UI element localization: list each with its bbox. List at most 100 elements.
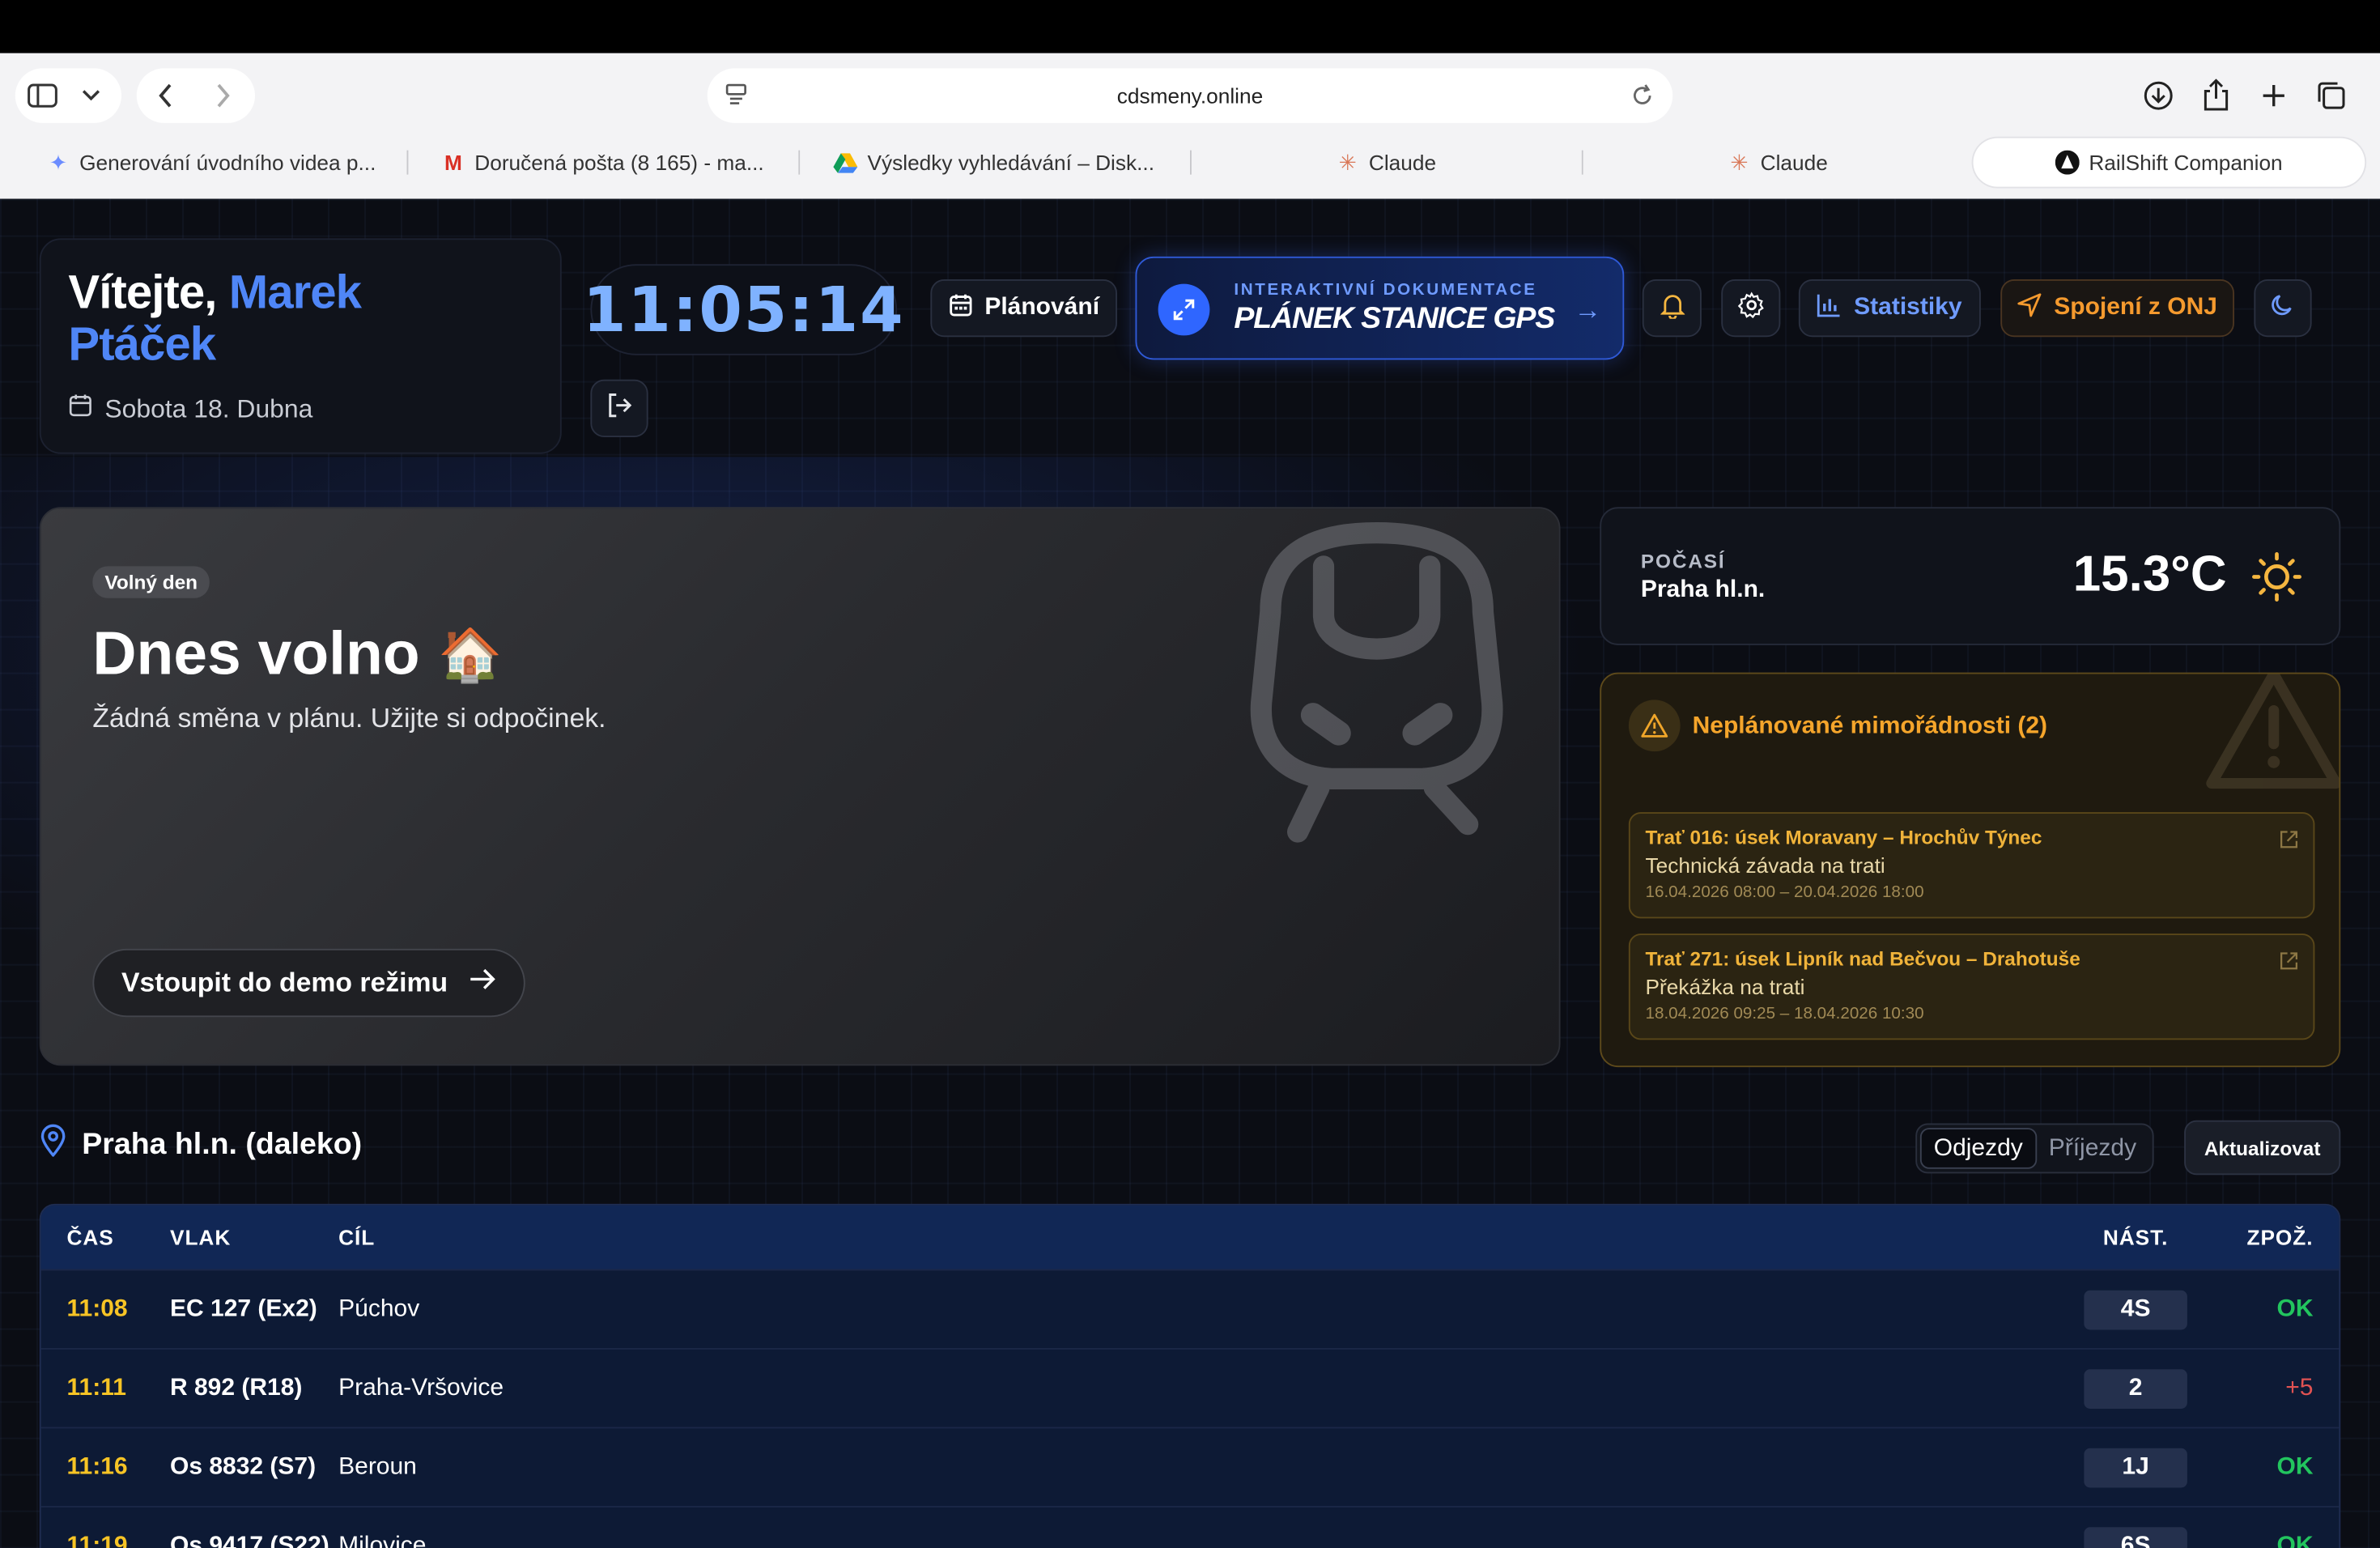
disruption-item[interactable]: Trať 271: úsek Lipník nad Bečvou – Draho… — [1628, 933, 2315, 1040]
current-date: Sobota 18. Dubna — [104, 393, 313, 423]
disruptions-title: Neplánované mimořádnosti (2) — [1692, 713, 2048, 740]
claude-icon: ✳ — [1338, 149, 1357, 174]
share-icon[interactable] — [2189, 68, 2244, 123]
arrow-right-icon: → — [1574, 294, 1602, 325]
tab-claude-2[interactable]: ✳ Claude — [1581, 138, 1974, 187]
row-train: Os 9417 (S22) — [170, 1532, 329, 1548]
row-train: R 892 (R18) — [170, 1374, 303, 1401]
train-icon — [1250, 522, 1503, 843]
row-platform: 1J — [2084, 1447, 2187, 1487]
notifications-button[interactable] — [1642, 279, 1702, 338]
back-icon[interactable] — [137, 68, 194, 123]
reload-icon[interactable] — [1630, 83, 1655, 113]
column-delay: ZPOŽ. — [2246, 1225, 2314, 1250]
row-train: EC 127 (Ex2) — [170, 1295, 317, 1322]
browser-chrome: cdsmeny.online ✦ Generování úvodního vid… — [0, 53, 2380, 199]
tab-gemini[interactable]: ✦ Generování úvodního videa p... — [15, 138, 407, 187]
tab-label: Claude — [1368, 150, 1437, 175]
demo-button-label: Vstoupit do demo režimu — [121, 967, 448, 997]
station-header: Praha hl.n. (daleko) — [40, 1124, 362, 1167]
calendar-icon — [948, 292, 972, 324]
disruption-route: Trať 016: úsek Moravany – Hrochův Týnec — [1645, 826, 2042, 849]
statistics-button[interactable]: Statistiky — [1798, 279, 1981, 338]
refresh-button[interactable]: Aktualizovat — [2184, 1120, 2341, 1176]
tab-gmail[interactable]: M Doručená pošta (8 165) - ma... — [406, 138, 799, 187]
tab-overview-icon[interactable] — [2304, 68, 2359, 123]
row-time: 11:11 — [66, 1374, 126, 1401]
table-row[interactable]: 11:08 EC 127 (Ex2) Púchov 4S OK — [40, 1269, 2340, 1349]
gmail-icon: M — [444, 150, 462, 175]
warning-icon — [1628, 700, 1681, 752]
table-header: ČAS VLAK CÍL NÁST. ZPOŽ. — [40, 1205, 2340, 1269]
download-icon[interactable] — [2131, 68, 2187, 123]
tab-railshift[interactable]: RailShift Companion — [1973, 138, 2365, 187]
gear-icon — [1736, 291, 1765, 325]
tab-departures[interactable]: Odjezdy — [1919, 1128, 2037, 1169]
row-destination: Praha-Vršovice — [338, 1374, 504, 1401]
row-destination: Púchov — [338, 1295, 420, 1322]
sidebar-icon[interactable] — [15, 68, 70, 123]
date-row: Sobota 18. Dubna — [68, 393, 312, 425]
tab-arrivals[interactable]: Příjezdy — [2037, 1128, 2148, 1169]
table-row[interactable]: 11:11 R 892 (R18) Praha-Vršovice 2 +5 — [40, 1348, 2340, 1427]
row-platform: 6S — [2084, 1526, 2187, 1548]
new-tab-icon[interactable] — [2246, 68, 2301, 123]
tab-label: Claude — [1760, 150, 1828, 175]
hero-title-text: Dnes volno — [92, 620, 420, 688]
tab-drive[interactable]: Výsledky vyhledávání – Disk... — [798, 138, 1190, 187]
day-off-badge: Volný den — [92, 566, 210, 598]
forward-icon[interactable] — [194, 68, 252, 123]
user-last-name: Ptáček — [68, 317, 216, 371]
address-bar[interactable]: cdsmeny.online — [707, 68, 1673, 123]
url-text: cdsmeny.online — [1116, 83, 1264, 108]
disruption-period: 18.04.2026 09:25 – 18.04.2026 10:30 — [1645, 1005, 1924, 1023]
station-name: Praha hl.n. (daleko) — [82, 1127, 363, 1161]
tab-label: Výsledky vyhledávání – Disk... — [867, 150, 1155, 175]
bell-icon — [1659, 291, 1685, 325]
bar-chart-icon — [1817, 292, 1842, 324]
departures-table: ČAS VLAK CÍL NÁST. ZPOŽ. 11:08 EC 127 (E… — [39, 1203, 2341, 1548]
sidebar-toggle-group — [15, 68, 121, 123]
external-link-icon[interactable] — [2280, 829, 2298, 857]
site-settings-icon[interactable] — [725, 83, 746, 113]
screen: cdsmeny.online ✦ Generování úvodního vid… — [0, 0, 2380, 1548]
hero-title: Dnes volno 🏠 — [92, 621, 502, 689]
welcome-title: Vítejte, Marek Ptáček — [68, 266, 533, 371]
chevron-down-icon[interactable] — [70, 68, 113, 123]
tab-claude-1[interactable]: ✳ Claude — [1190, 138, 1582, 187]
row-time: 11:16 — [66, 1453, 128, 1480]
expand-icon — [1158, 283, 1210, 336]
disruption-item[interactable]: Trať 016: úsek Moravany – Hrochův Týnec … — [1628, 812, 2315, 919]
weather-location: Praha hl.n. — [1640, 576, 1766, 603]
row-time: 11:19 — [66, 1532, 128, 1548]
disruptions-card: Neplánované mimořádnosti (2) Trať 016: ú… — [1600, 672, 2341, 1068]
disruption-reason: Překážka na trati — [1645, 974, 1805, 999]
theme-toggle-button[interactable] — [2254, 279, 2312, 338]
onj-connection-button[interactable]: Spojení z ONJ — [2000, 279, 2234, 338]
claude-icon: ✳ — [1730, 149, 1749, 174]
doc-subtitle: INTERAKTIVNÍ DOKUMENTACE — [1234, 280, 1537, 300]
navigation-arrow-icon — [2017, 292, 2042, 324]
tab-label: Generování úvodního videa p... — [79, 150, 376, 175]
column-train: VLAK — [170, 1225, 232, 1250]
map-pin-icon — [40, 1124, 67, 1167]
enter-demo-button[interactable]: Vstoupit do demo režimu — [92, 948, 525, 1018]
external-link-icon[interactable] — [2280, 950, 2298, 978]
welcome-prefix: Vítejte, — [68, 266, 217, 319]
board-mode-switch: Odjezdy Příjezdy — [1915, 1123, 2153, 1174]
table-row[interactable]: 11:19 Os 9417 (S22) Milovice 6S OK — [40, 1506, 2340, 1548]
station-map-doc-button[interactable]: INTERAKTIVNÍ DOKUMENTACE PLÁNEK STANICE … — [1135, 256, 1625, 360]
welcome-card: Vítejte, Marek Ptáček Sobota 18. Dubna — [39, 238, 562, 454]
statistics-label: Statistiky — [1854, 294, 1962, 321]
weather-card: POČASÍ Praha hl.n. 15.3°C — [1600, 507, 2341, 645]
toolbar-right — [2131, 68, 2359, 123]
disruption-period: 16.04.2026 08:00 – 20.04.2026 18:00 — [1645, 883, 1924, 902]
table-row[interactable]: 11:16 Os 8832 (S7) Beroun 1J OK — [40, 1427, 2340, 1507]
row-delay: OK — [2276, 1453, 2314, 1480]
settings-button[interactable] — [1721, 279, 1781, 338]
row-delay: +5 — [2285, 1374, 2314, 1401]
row-platform: 4S — [2084, 1289, 2187, 1329]
column-platform: NÁST. — [2102, 1225, 2169, 1250]
logout-button[interactable] — [590, 379, 648, 437]
planning-button[interactable]: Plánování — [930, 279, 1117, 338]
